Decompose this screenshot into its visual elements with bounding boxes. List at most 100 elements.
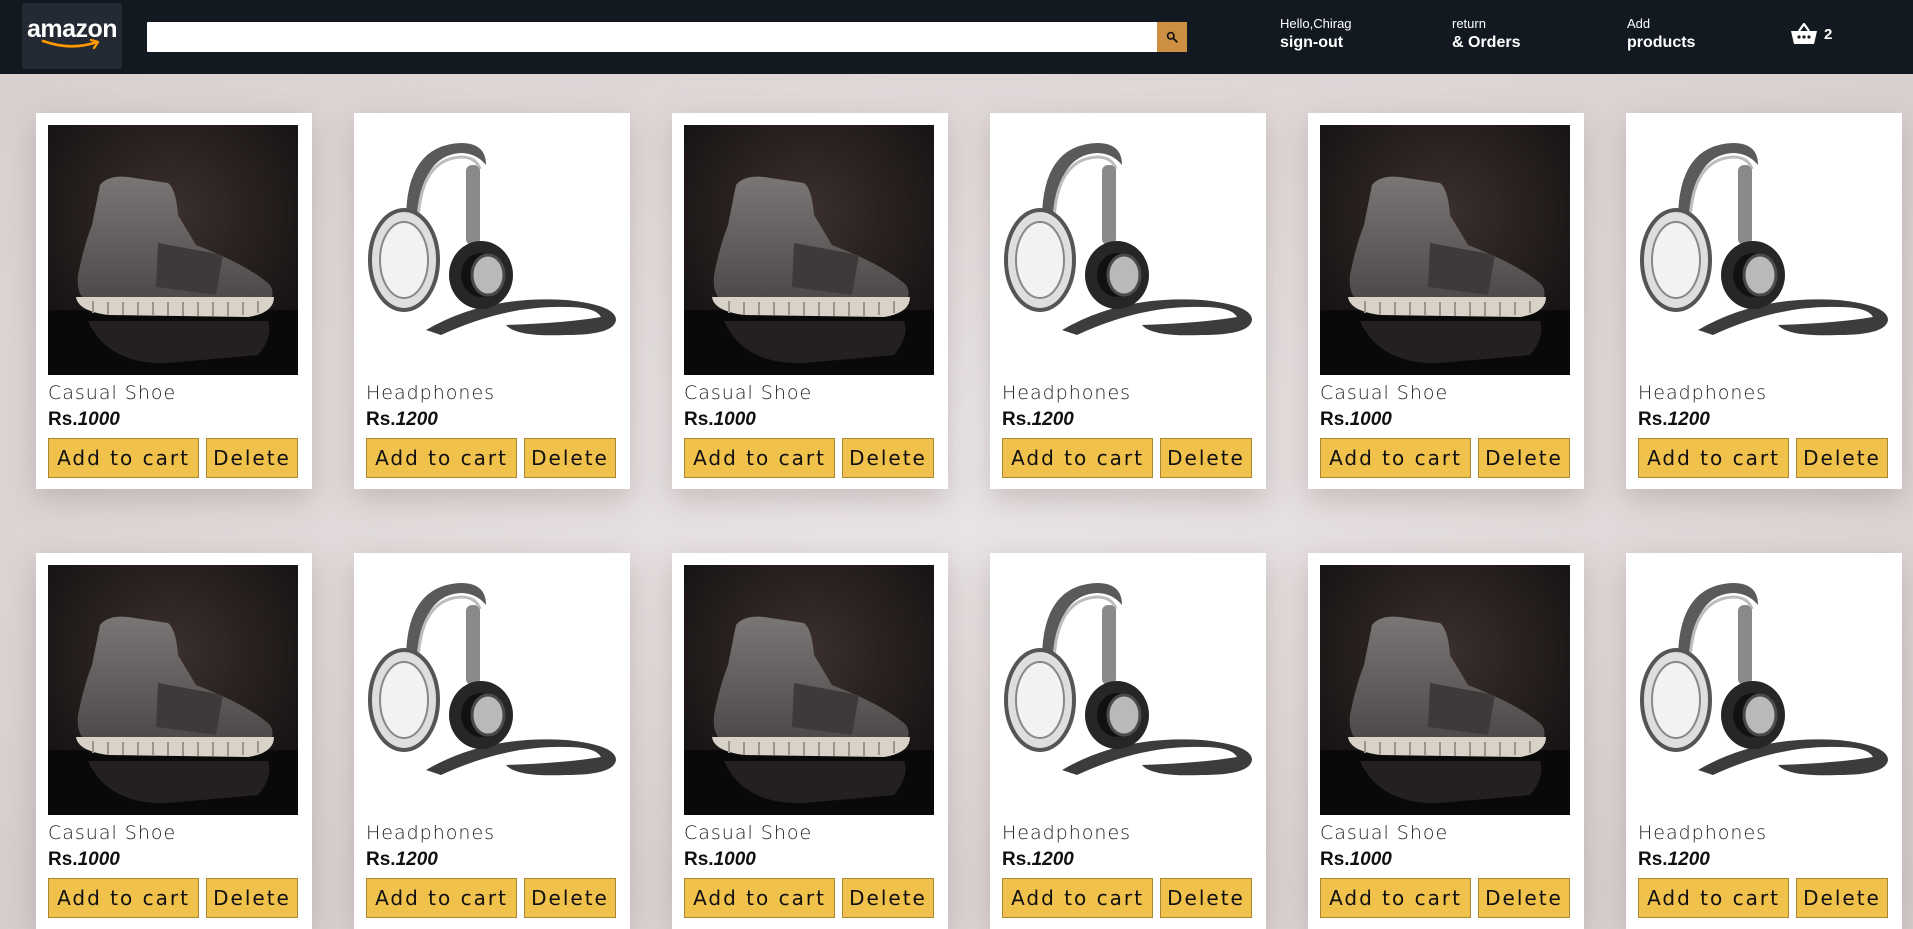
price-currency: Rs. bbox=[1638, 409, 1668, 430]
product-card: Casual Shoe Rs.1000 Add to cart Delete bbox=[672, 553, 948, 929]
nav-orders[interactable]: return & Orders bbox=[1452, 16, 1520, 54]
delete-button[interactable]: Delete bbox=[206, 438, 298, 478]
delete-button[interactable]: Delete bbox=[1796, 878, 1888, 918]
shoe-image bbox=[1320, 125, 1570, 375]
price-value: 1200 bbox=[1667, 849, 1710, 870]
product-actions: Add to cart Delete bbox=[1320, 878, 1572, 918]
product-actions: Add to cart Delete bbox=[366, 438, 618, 478]
add-to-cart-button[interactable]: Add to cart bbox=[684, 878, 835, 918]
headphones-image bbox=[1638, 125, 1888, 375]
product-card: Headphones Rs.1200 Add to cart Delete bbox=[990, 553, 1266, 929]
delete-button[interactable]: Delete bbox=[1160, 438, 1252, 478]
add-to-cart-button[interactable]: Add to cart bbox=[48, 878, 199, 918]
search-bar bbox=[147, 22, 1187, 52]
basket-icon bbox=[1791, 22, 1817, 44]
signout-link[interactable]: sign-out bbox=[1280, 32, 1352, 54]
product-price: Rs.1000 bbox=[1320, 407, 1572, 435]
product-card: Casual Shoe Rs.1000 Add to cart Delete bbox=[672, 113, 948, 489]
search-input[interactable] bbox=[147, 22, 1157, 52]
product-price: Rs.1200 bbox=[366, 407, 618, 435]
shoe-image bbox=[1320, 565, 1570, 815]
product-actions: Add to cart Delete bbox=[48, 438, 300, 478]
product-card: Casual Shoe Rs.1000 Add to cart Delete bbox=[1308, 113, 1584, 489]
product-title: Headphones bbox=[366, 822, 496, 844]
nav-signout[interactable]: Hello,Chirag sign-out bbox=[1280, 16, 1352, 54]
product-title: Casual Shoe bbox=[48, 382, 177, 404]
product-title: Headphones bbox=[366, 382, 496, 404]
product-price: Rs.1200 bbox=[1002, 407, 1254, 435]
product-card: Casual Shoe Rs.1000 Add to cart Delete bbox=[36, 113, 312, 489]
product-card: Headphones Rs.1200 Add to cart Delete bbox=[1626, 113, 1902, 489]
basket[interactable]: 2 bbox=[1790, 22, 1832, 46]
add-to-cart-button[interactable]: Add to cart bbox=[1638, 878, 1789, 918]
price-value: 1200 bbox=[1031, 849, 1074, 870]
add-to-cart-button[interactable]: Add to cart bbox=[366, 438, 517, 478]
price-currency: Rs. bbox=[1320, 409, 1350, 430]
price-value: 1000 bbox=[77, 409, 120, 430]
shoe-image bbox=[684, 125, 934, 375]
delete-button[interactable]: Delete bbox=[1478, 878, 1570, 918]
price-currency: Rs. bbox=[684, 849, 714, 870]
product-price: Rs.1000 bbox=[684, 407, 936, 435]
price-currency: Rs. bbox=[48, 409, 78, 430]
add-text: Add bbox=[1627, 16, 1651, 31]
product-actions: Add to cart Delete bbox=[366, 878, 618, 918]
product-card: Casual Shoe Rs.1000 Add to cart Delete bbox=[1308, 553, 1584, 929]
product-price: Rs.1200 bbox=[1002, 847, 1254, 875]
price-currency: Rs. bbox=[1002, 409, 1032, 430]
delete-button[interactable]: Delete bbox=[1160, 878, 1252, 918]
delete-button[interactable]: Delete bbox=[524, 878, 616, 918]
product-title: Casual Shoe bbox=[1320, 382, 1449, 404]
nav-add-products[interactable]: Add products bbox=[1627, 16, 1695, 54]
delete-button[interactable]: Delete bbox=[842, 878, 934, 918]
product-price: Rs.1000 bbox=[1320, 847, 1572, 875]
orders-link[interactable]: & Orders bbox=[1452, 32, 1520, 54]
headphones-image bbox=[1638, 565, 1888, 815]
add-to-cart-button[interactable]: Add to cart bbox=[1638, 438, 1789, 478]
top-header: amazon Hello,Chirag sign-out return & Or… bbox=[0, 0, 1913, 74]
search-icon bbox=[1166, 31, 1178, 43]
basket-count: 2 bbox=[1824, 25, 1833, 43]
product-title: Headphones bbox=[1638, 822, 1768, 844]
returns-text: return bbox=[1452, 16, 1486, 31]
product-title: Headphones bbox=[1002, 822, 1132, 844]
shoe-image bbox=[48, 125, 298, 375]
delete-button[interactable]: Delete bbox=[1796, 438, 1888, 478]
product-card: Headphones Rs.1200 Add to cart Delete bbox=[1626, 553, 1902, 929]
headphones-image bbox=[1002, 125, 1252, 375]
price-currency: Rs. bbox=[1320, 849, 1350, 870]
price-value: 1200 bbox=[1667, 409, 1710, 430]
delete-button[interactable]: Delete bbox=[1478, 438, 1570, 478]
add-to-cart-button[interactable]: Add to cart bbox=[1320, 878, 1471, 918]
amazon-logo[interactable]: amazon bbox=[22, 3, 122, 69]
add-to-cart-button[interactable]: Add to cart bbox=[1320, 438, 1471, 478]
shoe-image bbox=[48, 565, 298, 815]
add-to-cart-button[interactable]: Add to cart bbox=[1002, 438, 1153, 478]
shoe-image bbox=[684, 565, 934, 815]
product-title: Casual Shoe bbox=[684, 382, 813, 404]
price-value: 1000 bbox=[77, 849, 120, 870]
delete-button[interactable]: Delete bbox=[842, 438, 934, 478]
product-actions: Add to cart Delete bbox=[684, 438, 936, 478]
product-price: Rs.1000 bbox=[684, 847, 936, 875]
add-to-cart-button[interactable]: Add to cart bbox=[366, 878, 517, 918]
product-price: Rs.1200 bbox=[366, 847, 618, 875]
add-to-cart-button[interactable]: Add to cart bbox=[48, 438, 199, 478]
product-actions: Add to cart Delete bbox=[1638, 878, 1890, 918]
price-value: 1000 bbox=[1349, 409, 1392, 430]
delete-button[interactable]: Delete bbox=[524, 438, 616, 478]
product-title: Casual Shoe bbox=[684, 822, 813, 844]
add-to-cart-button[interactable]: Add to cart bbox=[1002, 878, 1153, 918]
search-button[interactable] bbox=[1157, 22, 1187, 52]
product-title: Casual Shoe bbox=[1320, 822, 1449, 844]
price-value: 1000 bbox=[713, 849, 756, 870]
price-currency: Rs. bbox=[366, 849, 396, 870]
price-value: 1000 bbox=[713, 409, 756, 430]
price-currency: Rs. bbox=[1638, 849, 1668, 870]
add-to-cart-button[interactable]: Add to cart bbox=[684, 438, 835, 478]
delete-button[interactable]: Delete bbox=[206, 878, 298, 918]
price-currency: Rs. bbox=[366, 409, 396, 430]
product-card: Headphones Rs.1200 Add to cart Delete bbox=[354, 553, 630, 929]
headphones-image bbox=[366, 125, 616, 375]
add-products-link[interactable]: products bbox=[1627, 32, 1695, 54]
